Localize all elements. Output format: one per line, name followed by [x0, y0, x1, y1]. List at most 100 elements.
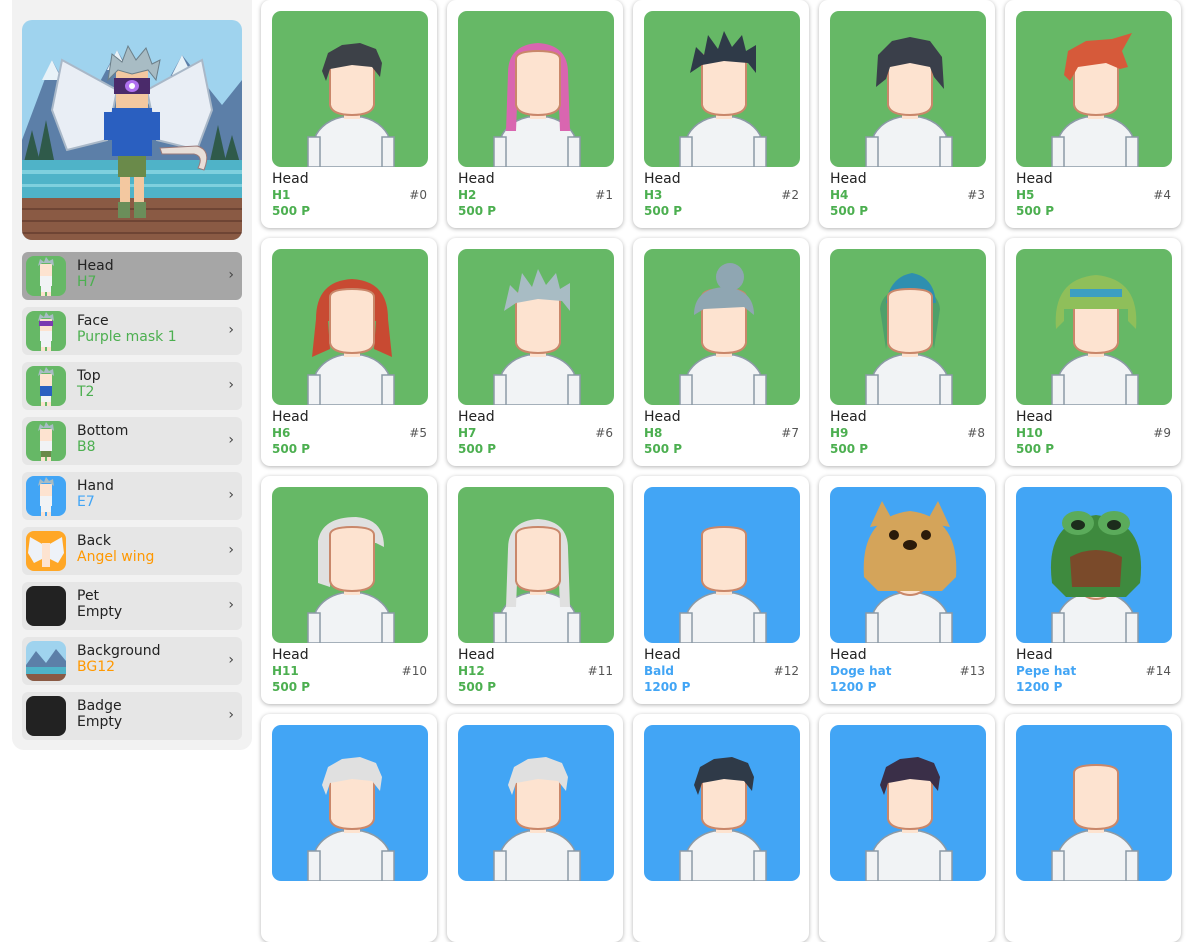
- slot-face[interactable]: Face Purple mask 1 ›: [22, 307, 242, 355]
- item-card[interactable]: Head Bald #12 1200 P: [633, 476, 809, 704]
- item-preview-image: [1016, 249, 1172, 405]
- item-index: #12: [773, 664, 799, 678]
- item-index: #1: [595, 188, 613, 202]
- item-preview-image: [830, 725, 986, 881]
- slot-value: B8: [77, 439, 96, 455]
- item-price: 500 P: [644, 442, 683, 456]
- slot-value: E7: [77, 494, 95, 510]
- slot-background[interactable]: Background BG12 ›: [22, 637, 242, 685]
- slot-head[interactable]: Head H7 ›: [22, 252, 242, 300]
- item-price: 500 P: [458, 442, 497, 456]
- slot-top[interactable]: Top T2 ›: [22, 362, 242, 410]
- item-category: Head: [272, 409, 309, 425]
- slot-badge[interactable]: Badge Empty ›: [22, 692, 242, 740]
- slot-value: T2: [77, 384, 95, 400]
- slot-thumbnail: [26, 586, 66, 626]
- item-card[interactable]: Head H12 #11 500 P: [447, 476, 623, 704]
- item-price: 500 P: [272, 442, 311, 456]
- item-price: 1200 P: [644, 680, 691, 694]
- item-price: 500 P: [1016, 204, 1055, 218]
- item-card[interactable]: Head H11 #10 500 P: [261, 476, 437, 704]
- item-name: H12: [458, 664, 485, 678]
- item-preview-image: [458, 249, 614, 405]
- chevron-right-icon: ›: [228, 707, 234, 723]
- item-name: H5: [1016, 188, 1035, 202]
- item-preview-image: [644, 487, 800, 643]
- slot-label: Top: [77, 368, 101, 384]
- item-category: Head: [1016, 409, 1053, 425]
- slot-back[interactable]: Back Angel wing ›: [22, 527, 242, 575]
- slot-bottom[interactable]: Bottom B8 ›: [22, 417, 242, 465]
- item-price: 500 P: [830, 442, 869, 456]
- item-category: Head: [644, 409, 681, 425]
- item-name: H4: [830, 188, 849, 202]
- item-price: 1200 P: [830, 680, 877, 694]
- item-index: #13: [959, 664, 985, 678]
- item-card[interactable]: Head H6 #5 500 P: [261, 238, 437, 466]
- slot-label: Face: [77, 313, 109, 329]
- item-name: H6: [272, 426, 291, 440]
- item-category: Head: [644, 647, 681, 663]
- chevron-right-icon: ›: [228, 487, 234, 503]
- item-price: 500 P: [272, 680, 311, 694]
- item-category: Head: [830, 171, 867, 187]
- slot-label: Back: [77, 533, 111, 549]
- item-card[interactable]: [447, 714, 623, 942]
- item-preview-image: [644, 725, 800, 881]
- item-card[interactable]: [1005, 714, 1181, 942]
- item-preview-image: [272, 487, 428, 643]
- slot-value: BG12: [77, 659, 116, 675]
- item-preview-image: [272, 11, 428, 167]
- item-price: 1200 P: [1016, 680, 1063, 694]
- item-name: H11: [272, 664, 299, 678]
- item-card[interactable]: Head H9 #8 500 P: [819, 238, 995, 466]
- item-preview-image: [830, 11, 986, 167]
- item-category: Head: [458, 409, 495, 425]
- item-card[interactable]: Head H1 #0 500 P: [261, 0, 437, 228]
- item-preview-image: [272, 249, 428, 405]
- item-preview-image: [458, 725, 614, 881]
- character-preview-image: [22, 20, 242, 240]
- item-name: H8: [644, 426, 663, 440]
- item-category: Head: [1016, 171, 1053, 187]
- item-preview-image: [1016, 725, 1172, 881]
- slot-label: Pet: [77, 588, 100, 604]
- slot-thumbnail: [26, 696, 66, 736]
- slot-thumbnail: [26, 421, 66, 461]
- slot-label: Hand: [77, 478, 114, 494]
- slot-pet[interactable]: Pet Empty ›: [22, 582, 242, 630]
- item-preview-image: [458, 11, 614, 167]
- item-card[interactable]: Head H3 #2 500 P: [633, 0, 809, 228]
- item-card[interactable]: [633, 714, 809, 942]
- item-price: 500 P: [830, 204, 869, 218]
- item-index: #5: [409, 426, 427, 440]
- item-card[interactable]: Head H4 #3 500 P: [819, 0, 995, 228]
- item-index: #9: [1153, 426, 1171, 440]
- item-card[interactable]: Head Pepe hat #14 1200 P: [1005, 476, 1181, 704]
- slot-label: Badge: [77, 698, 122, 714]
- item-name: Doge hat: [830, 664, 892, 678]
- item-price: 500 P: [644, 204, 683, 218]
- item-preview-image: [458, 487, 614, 643]
- item-card[interactable]: Head H5 #4 500 P: [1005, 0, 1181, 228]
- slot-thumbnail: [26, 256, 66, 296]
- item-card[interactable]: Head H7 #6 500 P: [447, 238, 623, 466]
- item-preview-image: [272, 725, 428, 881]
- slot-hand[interactable]: Hand E7 ›: [22, 472, 242, 520]
- item-card[interactable]: Head Doge hat #13 1200 P: [819, 476, 995, 704]
- item-card[interactable]: Head H8 #7 500 P: [633, 238, 809, 466]
- item-card[interactable]: Head H10 #9 500 P: [1005, 238, 1181, 466]
- item-name: H3: [644, 188, 663, 202]
- item-card[interactable]: Head H2 #1 500 P: [447, 0, 623, 228]
- chevron-right-icon: ›: [228, 652, 234, 668]
- item-name: Pepe hat: [1016, 664, 1077, 678]
- item-index: #6: [595, 426, 613, 440]
- item-index: #2: [781, 188, 799, 202]
- item-card[interactable]: [261, 714, 437, 942]
- item-name: H1: [272, 188, 291, 202]
- item-name: H2: [458, 188, 477, 202]
- slot-thumbnail: [26, 476, 66, 516]
- item-index: #8: [967, 426, 985, 440]
- item-card[interactable]: [819, 714, 995, 942]
- equipment-sidebar: Head H7 › Face Purple mask 1 › Top T2 › …: [12, 0, 252, 750]
